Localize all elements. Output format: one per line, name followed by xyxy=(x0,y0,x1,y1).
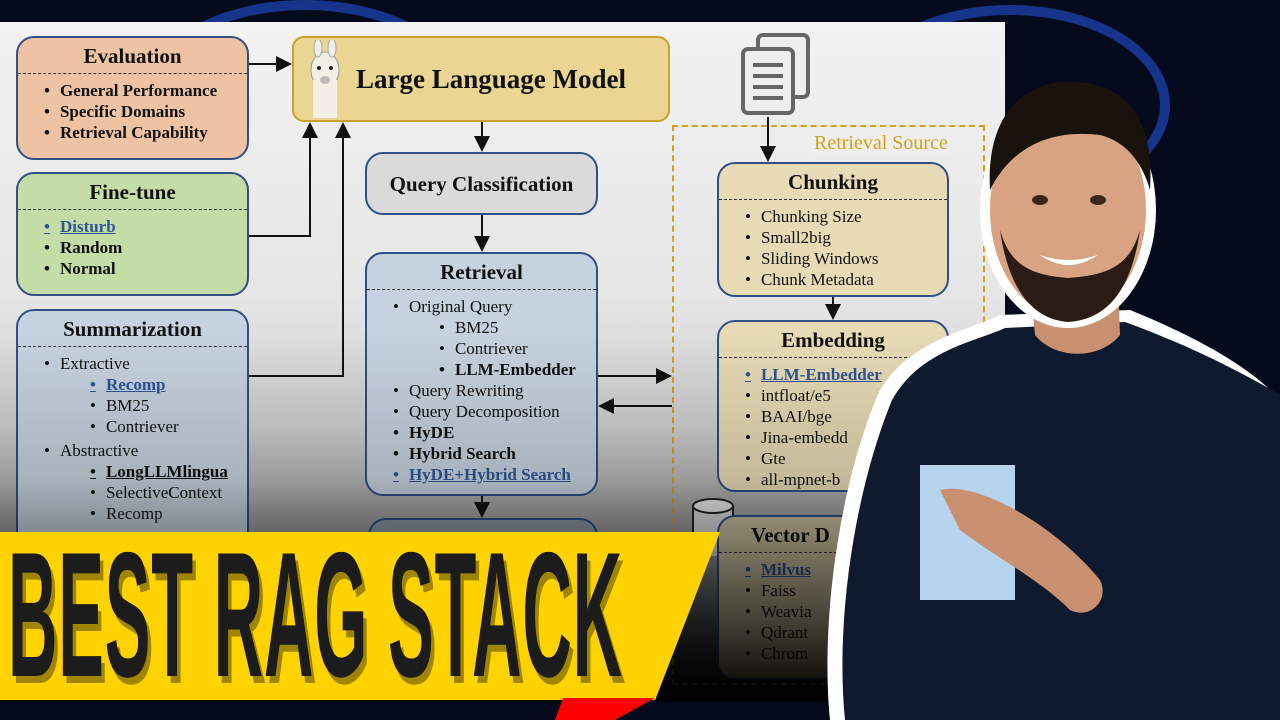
list-item: Specific Domains xyxy=(44,101,247,122)
evaluation-box: Evaluation General PerformanceSpecific D… xyxy=(16,36,249,160)
list-item: Query Rewriting xyxy=(393,380,596,401)
list-item: LongLLMlingua xyxy=(44,461,247,482)
list-item: LLM-Embedder xyxy=(393,359,596,380)
query-classification-title: Query Classification xyxy=(389,172,574,196)
llama-icon xyxy=(304,38,346,118)
list-item: General Performance xyxy=(44,80,247,101)
llm-title: Large Language Model xyxy=(356,64,626,94)
list-item: HyDE xyxy=(393,422,596,443)
list-item: Retrieval Capability xyxy=(44,122,247,143)
list-item: HyDE+Hybrid Search xyxy=(393,464,596,485)
list-item: Disturb xyxy=(44,216,247,237)
list-item: SelectiveContext xyxy=(44,482,247,503)
list-item: Query Decomposition xyxy=(393,401,596,422)
list-item: Recomp xyxy=(44,374,247,395)
finetune-title: Fine-tune xyxy=(18,174,247,210)
list-item: Random xyxy=(44,237,247,258)
finetune-box: Fine-tune DisturbRandomNormal xyxy=(16,172,249,296)
list-item: BM25 xyxy=(44,395,247,416)
list-item: Hybrid Search xyxy=(393,443,596,464)
list-item: BM25 xyxy=(393,317,596,338)
evaluation-title: Evaluation xyxy=(18,38,247,74)
list-item: Normal xyxy=(44,258,247,279)
retrieval-title: Retrieval xyxy=(367,254,596,290)
list-item: Original Query xyxy=(393,296,596,317)
list-item: Contriever xyxy=(44,416,247,437)
list-item: Contriever xyxy=(393,338,596,359)
query-classification-box: Query Classification xyxy=(365,152,598,215)
summarization-box: Summarization Extractive Recomp BM25 Con… xyxy=(16,309,249,549)
thumbnail-title: BEST RAG STACK xyxy=(8,515,623,714)
list-item: Abstractive xyxy=(44,440,247,461)
retrieval-box: Retrieval Original Query BM25 Contriever… xyxy=(365,252,598,496)
list-item: Extractive xyxy=(44,353,247,374)
summarization-title: Summarization xyxy=(18,311,247,347)
presenter-photo xyxy=(827,81,1280,720)
llm-box: Large Language Model xyxy=(292,36,670,122)
